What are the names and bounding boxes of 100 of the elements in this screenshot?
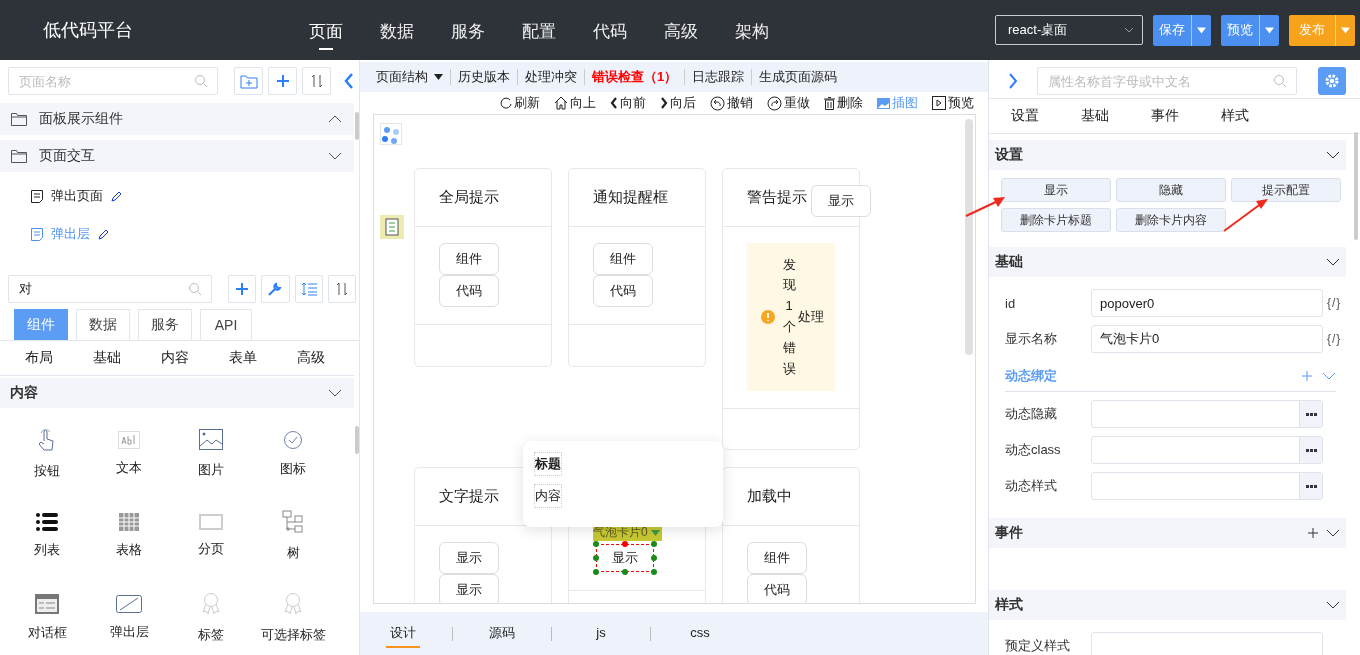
binding-toggle[interactable]: {/} <box>1327 332 1342 346</box>
platform-select[interactable]: react-桌面 <box>995 15 1143 45</box>
nav-tab[interactable]: 配置 <box>522 0 556 60</box>
canvas-button[interactable]: 显示 <box>439 542 499 574</box>
toolbar-button[interactable]: 向后 <box>660 94 696 112</box>
show-button[interactable]: 显示 <box>811 185 871 217</box>
toolbar-button[interactable]: 重做 <box>767 94 810 112</box>
nav-tab[interactable]: 架构 <box>735 0 769 60</box>
component-item[interactable]: 可选择标签 <box>252 582 334 654</box>
category-tab[interactable]: 高级 <box>297 349 325 367</box>
category-tab[interactable]: 基础 <box>93 349 121 367</box>
scrollbar[interactable] <box>355 426 359 454</box>
section-header[interactable]: 设置 <box>989 140 1346 170</box>
editor-tab[interactable]: 源码 <box>485 619 519 648</box>
properties-tab[interactable]: 事件 <box>1151 107 1179 125</box>
sort-button[interactable] <box>327 275 356 303</box>
pencil-icon[interactable] <box>111 190 122 202</box>
input-field[interactable] <box>1091 436 1323 464</box>
chevron-right-icon[interactable] <box>1008 73 1018 89</box>
canvas-button[interactable]: 代码 <box>747 574 807 603</box>
tree-group[interactable]: 面板展示组件 <box>0 103 354 135</box>
component-item[interactable]: 对话框 <box>6 582 88 654</box>
app-logo[interactable]: 低代码平台 <box>43 18 291 42</box>
input-field[interactable] <box>1091 400 1323 428</box>
wrench-button[interactable] <box>261 275 290 303</box>
input-field[interactable]: popover0 <box>1091 289 1323 317</box>
add-button[interactable] <box>268 67 297 95</box>
category-tab[interactable]: 表单 <box>229 349 257 367</box>
config-button[interactable]: 提示配置 <box>1231 178 1341 202</box>
input-field[interactable]: 气泡卡片0 <box>1091 325 1323 353</box>
canvas-button[interactable]: 组件 <box>593 243 653 275</box>
scrollbar[interactable] <box>1354 132 1358 240</box>
component-item[interactable]: 弹出层 <box>88 582 170 654</box>
nav-tab[interactable]: 服务 <box>451 0 485 60</box>
settings-button[interactable] <box>1318 67 1346 95</box>
component-item[interactable]: 标签 <box>170 582 252 654</box>
component-item[interactable]: 表格 <box>88 500 170 572</box>
scrollbar[interactable] <box>355 112 359 140</box>
config-button[interactable]: 显示 <box>1001 178 1111 202</box>
component-item[interactable]: 文本 <box>88 418 170 490</box>
toolbar-button[interactable]: 刷新 <box>500 94 540 112</box>
more-button[interactable] <box>1299 401 1322 427</box>
menu-item[interactable]: 处理冲突 <box>525 68 577 86</box>
config-button[interactable]: 删除卡片内容 <box>1116 208 1226 232</box>
config-button[interactable]: 隐藏 <box>1116 178 1226 202</box>
nav-tab[interactable]: 页面 <box>309 0 343 60</box>
editor-tab[interactable]: css <box>683 621 717 646</box>
scrollbar[interactable] <box>965 119 973 355</box>
input-field[interactable] <box>1091 472 1323 500</box>
component-item[interactable]: 树 <box>252 500 334 572</box>
toolbar-button[interactable]: 预览 <box>932 94 974 112</box>
canvas-button[interactable]: 组件 <box>747 542 807 574</box>
handle-link[interactable]: 处理 <box>797 308 824 326</box>
menu-item[interactable]: 页面结构 <box>376 68 443 86</box>
category-tab[interactable]: 布局 <box>25 349 53 367</box>
input-field[interactable] <box>1091 632 1323 655</box>
panel-tab[interactable]: 数据 <box>76 309 130 340</box>
config-button[interactable]: 删除卡片标题 <box>1001 208 1111 232</box>
component-item[interactable]: 按钮 <box>6 418 88 490</box>
canvas-button[interactable]: 显示 <box>439 574 499 603</box>
panel-tab[interactable]: 服务 <box>138 309 192 340</box>
section-header[interactable]: 内容 <box>0 378 354 408</box>
canvas-button[interactable]: 代码 <box>593 275 653 307</box>
tree-group[interactable]: 页面交互 <box>0 140 354 172</box>
search-field[interactable]: 页面名称 <box>8 67 218 95</box>
component-item[interactable]: 分页 <box>170 500 252 572</box>
sort-button[interactable] <box>302 67 331 95</box>
component-item[interactable]: 图标 <box>252 418 334 490</box>
toolbar-button[interactable]: 向上 <box>554 94 596 112</box>
toolbar-button[interactable]: 撤销 <box>710 94 753 112</box>
plus-icon[interactable] <box>1308 528 1318 538</box>
pencil-icon[interactable] <box>98 228 109 240</box>
menu-item[interactable]: 历史版本 <box>458 68 510 86</box>
nav-tab[interactable]: 代码 <box>593 0 627 60</box>
component-item[interactable]: 列表 <box>6 500 88 572</box>
search-field[interactable]: 属性名称首字母或中文名 <box>1037 67 1297 95</box>
line-height-button[interactable] <box>294 275 323 303</box>
editor-tab[interactable]: js <box>584 621 618 646</box>
section-header[interactable]: 样式 <box>989 590 1346 620</box>
properties-tab[interactable]: 样式 <box>1221 107 1249 125</box>
properties-tab[interactable]: 设置 <box>1011 107 1039 125</box>
toolbar-button[interactable]: 删除 <box>824 94 863 112</box>
canvas-button[interactable]: 代码 <box>439 275 499 307</box>
binding-toggle[interactable]: {/} <box>1327 296 1342 310</box>
section-header[interactable]: 基础 <box>989 247 1346 277</box>
properties-tab[interactable]: 基础 <box>1081 107 1109 125</box>
tree-item[interactable]: 弹出页面 <box>0 177 359 215</box>
category-tab[interactable]: 内容 <box>161 349 189 367</box>
toolbar-button[interactable]: 向前 <box>610 94 646 112</box>
search-field[interactable]: 对 <box>8 275 213 303</box>
menu-item[interactable]: 错误检查（1） <box>592 68 678 86</box>
menu-item[interactable]: 生成页面源码 <box>759 68 838 86</box>
add-folder-button[interactable] <box>234 67 263 95</box>
more-button[interactable] <box>1299 437 1322 463</box>
section-header[interactable]: 事件 <box>989 518 1346 548</box>
add-button[interactable] <box>228 275 257 303</box>
chevron-left-icon[interactable] <box>344 73 354 89</box>
canvas-button[interactable]: 组件 <box>439 243 499 275</box>
more-button[interactable] <box>1299 473 1322 499</box>
nav-tab[interactable]: 数据 <box>380 0 414 60</box>
